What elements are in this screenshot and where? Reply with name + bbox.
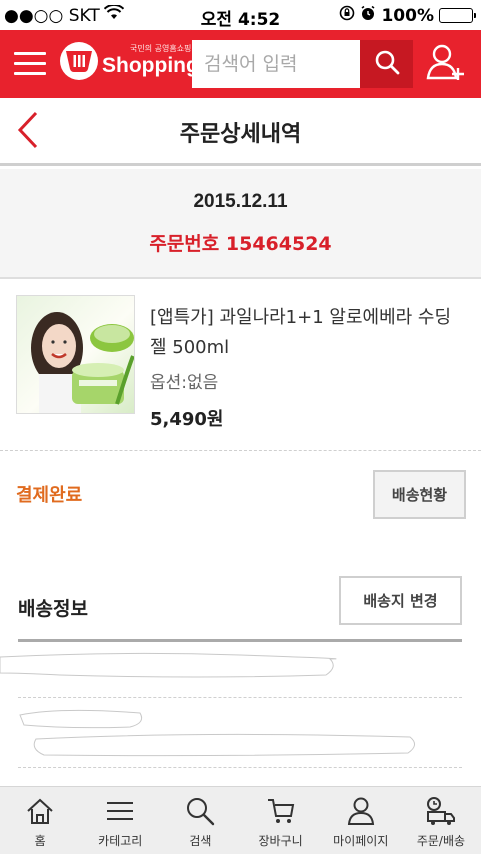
delivery-icon: [425, 795, 457, 827]
logo-mark-icon: [60, 42, 98, 80]
logo-subtitle: 국민의 공영홈쇼핑: [130, 44, 192, 53]
order-number-row: 주문번호 15464524: [0, 229, 481, 256]
product-item[interactable]: [앱특가] 과일나라1+1 알로에베라 수딩젤 500ml 옵션:없음 5,49…: [0, 281, 481, 451]
order-date: 2015.12.11: [193, 191, 288, 212]
product-option: 옵션:없음: [150, 373, 219, 393]
alarm-icon: [360, 5, 376, 26]
logo-text: Shopping: [102, 54, 199, 77]
nav-search-label: 검색: [189, 834, 212, 848]
cart-icon: [265, 795, 297, 827]
change-address-button[interactable]: 배송지 변경: [339, 576, 462, 625]
battery-icon: [439, 8, 476, 23]
status-bar: ●●○○ SKT 오전 4:52 100%: [0, 0, 481, 30]
status-right: 100%: [339, 5, 476, 26]
nav-mypage[interactable]: 마이페이지: [321, 787, 401, 854]
search-input[interactable]: 검색어 입력: [192, 40, 360, 88]
battery-label: 100%: [381, 5, 434, 26]
nav-order-delivery-label: 주문/배송: [416, 834, 466, 848]
delivery-status-button[interactable]: 배송현황: [373, 470, 466, 519]
nav-home[interactable]: 홈: [0, 787, 80, 854]
address-divider-1: [18, 697, 462, 698]
menu-icon: [104, 795, 136, 827]
nav-home-label: 홈: [34, 834, 46, 848]
nav-category-label: 카테고리: [98, 834, 143, 848]
user-add-icon: [424, 42, 466, 86]
nav-cart[interactable]: 장바구니: [241, 787, 321, 854]
app-header: 국민의 공영홈쇼핑 Shopping 검색어 입력: [0, 30, 481, 98]
nav-mypage-label: 마이페이지: [333, 834, 389, 848]
nav-order-delivery[interactable]: 주문/배송: [401, 787, 481, 854]
search-icon: [184, 795, 216, 827]
product-image[interactable]: [16, 295, 135, 414]
order-number: 15464524: [225, 233, 332, 255]
shopping-logo[interactable]: 국민의 공영홈쇼핑 Shopping: [60, 42, 199, 80]
order-summary: 2015.12.11 주문번호 15464524: [0, 169, 481, 279]
product-price: 5,490원: [150, 409, 224, 430]
shipping-info-title: 배송정보: [18, 598, 88, 620]
title-bar: 주문상세내역: [0, 98, 481, 166]
shipping-divider: [18, 639, 462, 642]
nav-cart-label: 장바구니: [258, 834, 303, 848]
redacted-address: [0, 645, 481, 765]
login-button[interactable]: [420, 40, 470, 88]
nav-category[interactable]: 카테고리: [80, 787, 160, 854]
bottom-nav: 홈 카테고리 검색 장바구니 마이페이지 주문/배송: [0, 786, 481, 854]
search-button[interactable]: [360, 40, 413, 88]
user-icon: [345, 795, 377, 827]
order-number-label: 주문번호: [149, 233, 220, 255]
product-name[interactable]: [앱특가] 과일나라1+1 알로에베라 수딩젤 500ml: [150, 303, 465, 363]
nav-search[interactable]: 검색: [160, 787, 240, 854]
address-divider-2: [18, 767, 462, 768]
payment-status: 결제완료: [16, 485, 83, 506]
home-icon: [24, 795, 56, 827]
search-icon: [374, 49, 400, 79]
menu-button[interactable]: [14, 50, 46, 78]
rotation-lock-icon: [339, 5, 355, 26]
page-title: 주문상세내역: [179, 122, 302, 147]
